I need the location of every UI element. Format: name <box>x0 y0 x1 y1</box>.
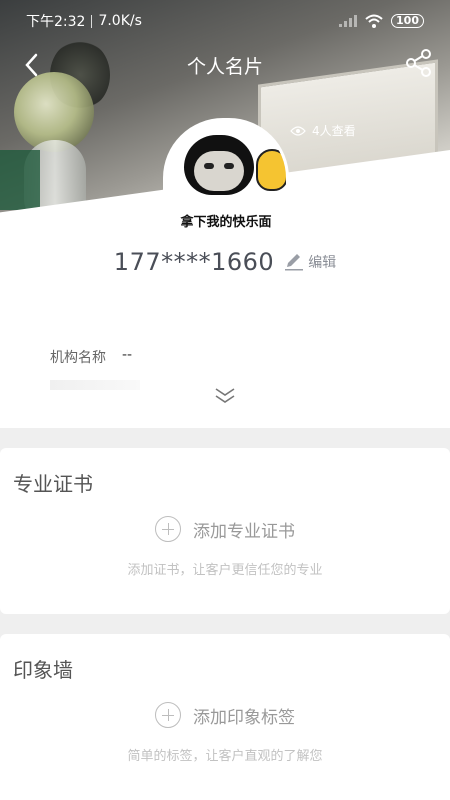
certificates-hint: 添加证书，让客户更信任您的专业 <box>127 563 323 578</box>
avatar-face <box>194 151 244 191</box>
avatar[interactable]: 拿下我的快乐面 <box>163 118 289 232</box>
phone-row: 177****1660 编辑 <box>0 248 450 276</box>
impression-hint: 简单的标签，让客户直观的了解您 <box>127 749 323 764</box>
avatar-caption: 拿下我的快乐面 <box>180 215 272 230</box>
avatar-bun <box>256 149 286 191</box>
edit-button[interactable]: 编辑 <box>284 252 336 272</box>
impression-title: 印象墙 <box>13 658 73 682</box>
phone-number: 177****1660 <box>113 248 275 276</box>
pencil-icon <box>285 254 304 271</box>
view-count: 4人查看 <box>290 122 356 139</box>
photo-green-object <box>0 150 40 210</box>
faded-next-row <box>50 380 140 390</box>
status-separator <box>91 14 93 28</box>
status-network-speed: 7.0K/s <box>98 13 142 29</box>
plus-circle-icon <box>155 702 181 728</box>
org-row: 机构名称 -- <box>50 347 132 367</box>
add-impression-label: 添加印象标签 <box>193 707 295 728</box>
share-icon[interactable] <box>404 48 434 78</box>
view-count-text: 4人查看 <box>312 124 356 138</box>
add-certificate-label: 添加专业证书 <box>193 521 295 542</box>
impression-card: 印象墙 添加印象标签 简单的标签，让客户直观的了解您 <box>0 634 450 800</box>
certificates-card: 专业证书 添加专业证书 添加证书，让客户更信任您的专业 <box>0 448 450 614</box>
add-impression-button[interactable]: 添加印象标签 <box>0 702 450 728</box>
edit-label: 编辑 <box>308 255 337 271</box>
add-certificate-button[interactable]: 添加专业证书 <box>0 516 450 542</box>
page-title: 个人名片 <box>186 56 263 78</box>
certificates-title: 专业证书 <box>13 472 93 496</box>
eye-icon <box>290 125 306 136</box>
wifi-icon <box>365 14 383 28</box>
org-value: -- <box>122 347 133 363</box>
double-chevron-down-icon[interactable] <box>212 386 238 406</box>
avatar-eye-right <box>224 163 234 169</box>
status-time: 下午2:32 <box>26 14 86 30</box>
signal-icon <box>339 15 358 27</box>
status-bar: 下午2:32 7.0K/s 100 <box>0 0 450 42</box>
battery-indicator: 100 <box>391 14 424 28</box>
plus-circle-icon <box>155 516 181 542</box>
avatar-eye-left <box>204 163 214 169</box>
nav-bar: 个人名片 <box>0 42 450 86</box>
org-label: 机构名称 <box>50 350 106 366</box>
app-root: 下午2:32 7.0K/s 100 个人名片 4人查看 拿下我的快乐面 177*… <box>0 0 450 800</box>
